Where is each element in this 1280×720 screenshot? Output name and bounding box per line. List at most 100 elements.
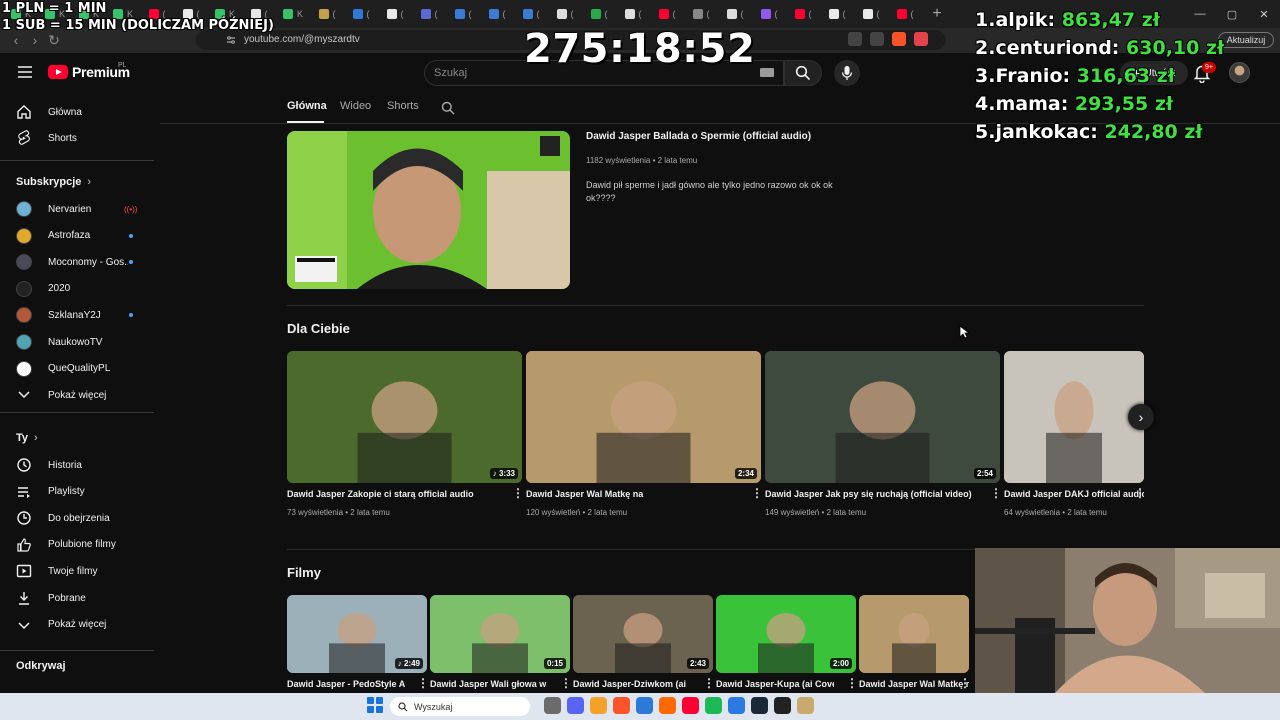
sidebar-item-home[interactable]: Główna	[0, 99, 154, 125]
taskbar-app-icon[interactable]	[567, 697, 584, 714]
sidebar-item-subscription[interactable]: Nervarien ((•))	[0, 196, 154, 222]
browser-tab[interactable]: (	[888, 3, 922, 25]
browser-tab[interactable]: (	[786, 3, 820, 25]
site-info-icon[interactable]	[226, 35, 236, 45]
sidebar-item-show-more[interactable]: Pokaż więcej	[0, 612, 154, 638]
taskbar-app-icon[interactable]	[544, 697, 561, 714]
close-icon[interactable]: ✕	[1248, 0, 1280, 28]
taskbar-app-icon[interactable]	[636, 697, 653, 714]
video-thumbnail[interactable]: 2:54	[765, 351, 1000, 483]
browser-tab[interactable]: (	[752, 3, 786, 25]
more-options-icon[interactable]: ⋮	[959, 677, 971, 689]
video-title[interactable]: Dawid Jasper Zakopie ci starą official a…	[287, 489, 505, 499]
search-button[interactable]	[784, 60, 822, 86]
taskbar-app-icon[interactable]	[797, 697, 814, 714]
sidebar-item-watch-later[interactable]: Do obejrzenia	[0, 505, 154, 531]
sidebar-item-subscription[interactable]: NaukowoTV	[0, 329, 154, 355]
browser-tab[interactable]: K	[276, 3, 310, 25]
sidebar-item-show-more[interactable]: Pokaż więcej	[0, 382, 154, 408]
video-thumbnail[interactable]: 2:34	[526, 351, 761, 483]
new-tab-button[interactable]: +	[922, 5, 952, 23]
video-thumbnail[interactable]: 2:43	[573, 595, 713, 673]
featured-video-thumbnail[interactable]	[287, 131, 570, 289]
video-thumbnail[interactable]: ♪ 2:49	[287, 595, 427, 673]
taskbar-app-icon[interactable]	[774, 697, 791, 714]
sidebar-item-subscription[interactable]: QueQualityPL	[0, 356, 154, 382]
taskbar-app-icon[interactable]	[705, 697, 722, 714]
voice-search-button[interactable]	[834, 60, 860, 86]
taskbar-app-icon[interactable]	[728, 697, 745, 714]
sidebar-item-playlists[interactable]: Playlisty	[0, 479, 154, 505]
sidebar-item-subscription[interactable]: 2020	[0, 276, 154, 302]
browser-tab[interactable]: (	[412, 3, 446, 25]
sidebar-item-subscription[interactable]: Moconomy - Gos...	[0, 249, 154, 275]
video-title[interactable]: Dawid Jasper Wal Matkę na	[526, 489, 744, 499]
channel-search-icon[interactable]	[441, 101, 455, 115]
keyboard-icon[interactable]	[760, 68, 774, 77]
video-title[interactable]: Dawid Jasper Wali głowa w	[430, 679, 548, 689]
more-options-icon[interactable]: ⋮	[560, 677, 572, 689]
sidebar-item-your-videos[interactable]: Twoje filmy	[0, 558, 154, 584]
tab-videos[interactable]: Wideo	[340, 100, 371, 112]
video-card[interactable]: 2:54 Dawid Jasper Jak psy się ruchają (of…	[765, 351, 1002, 523]
video-thumbnail[interactable]: 0:15	[430, 595, 570, 673]
share-icon[interactable]	[870, 32, 884, 46]
tab-home[interactable]: Główna	[287, 100, 327, 112]
taskbar-search[interactable]: Wyszukaj	[390, 697, 530, 716]
tab-shorts[interactable]: Shorts	[387, 100, 419, 112]
browser-tab[interactable]: (	[582, 3, 616, 25]
brave-shield-icon[interactable]	[892, 32, 906, 46]
browser-tab[interactable]: (	[820, 3, 854, 25]
sidebar-item-subscription[interactable]: SzklanaY2J	[0, 302, 154, 328]
browser-tab[interactable]: (	[514, 3, 548, 25]
reload-icon[interactable]: ↻	[46, 32, 62, 48]
browser-tab[interactable]: (	[548, 3, 582, 25]
sidebar-item-subscription[interactable]: Astrofaza	[0, 223, 154, 249]
more-options-icon[interactable]: ⋮	[512, 487, 524, 499]
forward-icon[interactable]: ›	[27, 32, 43, 48]
sidebar-item-history[interactable]: Historia	[0, 452, 154, 478]
brave-rewards-icon[interactable]	[914, 32, 928, 46]
subscriptions-heading[interactable]: Subskrypcje ›	[16, 176, 91, 188]
more-options-icon[interactable]: ⋮	[846, 677, 858, 689]
video-title[interactable]: Dawid Jasper-Dziwkom (ai	[573, 679, 691, 689]
browser-tab[interactable]: (	[446, 3, 480, 25]
sidebar-item-downloads[interactable]: Pobrane	[0, 585, 154, 611]
browser-tab[interactable]: (	[650, 3, 684, 25]
browser-tab[interactable]: (	[480, 3, 514, 25]
video-thumbnail[interactable]	[1004, 351, 1144, 483]
video-card[interactable]: 2:34 Dawid Jasper Wal Matkę na ⋮ 120 wyświe…	[526, 351, 763, 523]
url-text[interactable]: youtube.com/@myszardtv	[244, 34, 360, 45]
video-card[interactable]: Dawid Jasper DAKJ official audio ⋮ 64 wyśw…	[1004, 351, 1146, 523]
taskbar-app-icon[interactable]	[659, 697, 676, 714]
taskbar-app-icon[interactable]	[590, 697, 607, 714]
more-options-icon[interactable]: ⋮	[751, 487, 763, 499]
more-options-icon[interactable]: ⋮	[990, 487, 1002, 499]
browser-tab[interactable]: (	[378, 3, 412, 25]
browser-tab[interactable]: (	[616, 3, 650, 25]
video-title[interactable]: Dawid Jasper Jak psy się ruchają (offici…	[765, 489, 983, 499]
video-title[interactable]: Dawid Jasper - PedoStyle A	[287, 679, 405, 689]
video-card[interactable]: ♪ 3:33 Dawid Jasper Zakopie ci starą offi…	[287, 351, 524, 523]
browser-tab[interactable]: (	[854, 3, 888, 25]
video-title[interactable]: Dawid Jasper DAKJ official audio	[1004, 489, 1144, 499]
browser-tab[interactable]: (	[344, 3, 378, 25]
you-heading[interactable]: Ty ›	[16, 432, 38, 444]
video-thumbnail[interactable]: 2:00	[716, 595, 856, 673]
update-browser-button[interactable]: Aktualizuj	[1218, 32, 1274, 48]
more-options-icon[interactable]: ⋮	[703, 677, 715, 689]
sidebar-item-liked[interactable]: Polubione filmy	[0, 532, 154, 558]
video-thumbnail[interactable]: ♪ 3:33	[287, 351, 522, 483]
sidebar-item-shorts[interactable]: Shorts	[0, 125, 154, 151]
windows-start-icon[interactable]	[367, 697, 383, 713]
video-title[interactable]: Dawid Jasper Wal Matkę na	[859, 679, 969, 689]
taskbar-app-icon[interactable]	[613, 697, 630, 714]
hamburger-menu-icon[interactable]	[16, 65, 34, 79]
account-avatar[interactable]	[1229, 62, 1250, 83]
more-options-icon[interactable]: ⋮	[417, 677, 429, 689]
taskbar-app-icon[interactable]	[682, 697, 699, 714]
cast-icon[interactable]	[848, 32, 862, 46]
more-options-icon[interactable]: ⋮	[1134, 487, 1146, 499]
video-thumbnail[interactable]	[859, 595, 969, 673]
browser-tab[interactable]: (	[718, 3, 752, 25]
